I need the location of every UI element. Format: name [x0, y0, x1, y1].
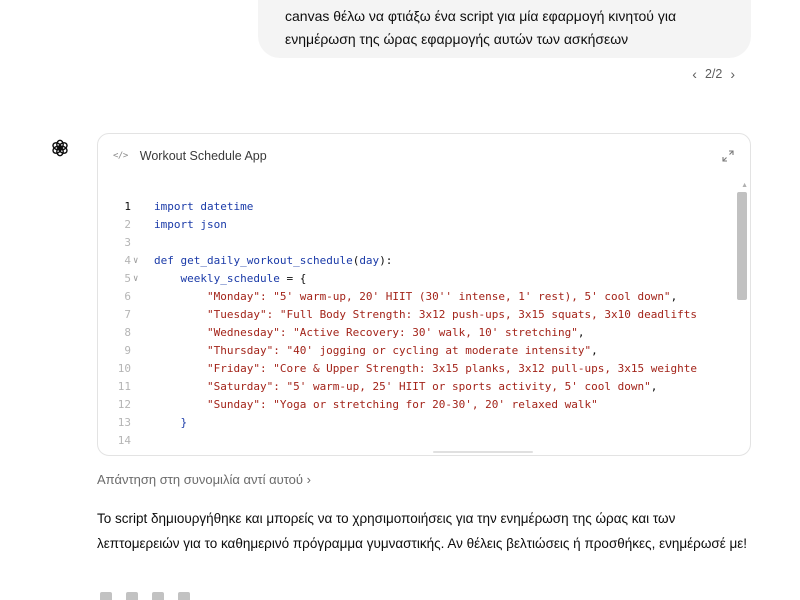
code-token: ,: [591, 344, 598, 357]
line-number: 11: [117, 380, 131, 393]
code-token: "Friday": "Core & Upper Strength: 3x15 p…: [154, 362, 698, 375]
fold-gutter: [131, 288, 154, 306]
code-text: def get_daily_workout_schedule(day):: [154, 252, 392, 270]
line-number: 12: [117, 398, 131, 411]
line-number: 7: [124, 308, 131, 321]
next-response-button[interactable]: ›: [730, 66, 735, 82]
code-icon: </>: [113, 151, 128, 161]
code-token: "Monday": "5' warm-up, 20' HIIT (30'' in…: [154, 290, 671, 303]
code-line[interactable]: 5 ∨ weekly_schedule = {: [98, 270, 736, 288]
fold-gutter: [131, 396, 154, 414]
code-token: "Sunday": "Yoga or stretching for 20-30'…: [154, 398, 598, 411]
fold-gutter: [131, 432, 154, 450]
code-token: ,: [670, 290, 678, 303]
code-line[interactable]: 9 "Thursday": "40' jogging or cycling at…: [98, 342, 736, 360]
pager-label: 2/2: [704, 67, 723, 81]
line-number: 14: [117, 434, 131, 447]
code-token: = {: [279, 272, 307, 285]
code-text: }: [154, 414, 187, 432]
thumbs-down-icon[interactable]: [152, 592, 164, 600]
fold-gutter: [131, 414, 154, 432]
code-token: get_daily_workout_schedule: [180, 254, 353, 267]
line-number: 6: [124, 290, 131, 303]
chatgpt-logo-icon: [50, 138, 70, 158]
code-text: "Saturday": "5' warm-up, 25' HIIT or spo…: [154, 378, 657, 396]
code-editor[interactable]: 1 import datetime 2 import json 3 4 ∨ def get_d…: [98, 198, 736, 455]
code-text: "Thursday": "40' jogging or cycling at m…: [154, 342, 598, 360]
code-token: day: [359, 254, 380, 267]
code-line[interactable]: 12 "Sunday": "Yoga or stretching for 20-…: [98, 396, 736, 414]
fold-gutter: [131, 216, 154, 234]
code-token: ):: [379, 254, 393, 267]
code-token: weekly_schedule: [154, 272, 280, 285]
fold-chevron-icon[interactable]: ∨: [131, 252, 154, 270]
code-line[interactable]: 2 import json: [98, 216, 736, 234]
code-text: import datetime: [154, 198, 253, 216]
canvas-code-panel[interactable]: </> Workout Schedule App 1 import datetim…: [97, 133, 751, 456]
code-line[interactable]: 10 "Friday": "Core & Upper Strength: 3x1…: [98, 360, 736, 378]
code-token: datetime: [200, 200, 254, 213]
code-token: "Tuesday": "Full Body Strength: 3x12 pus…: [154, 308, 698, 321]
code-token: def: [154, 254, 181, 267]
line-number: 9: [124, 344, 131, 357]
fold-gutter: [131, 324, 154, 342]
code-token: json: [200, 218, 227, 231]
user-message-bubble: canvas θέλω να φτιάξω ένα script για μία…: [258, 0, 751, 58]
previous-response-button[interactable]: ‹: [692, 66, 697, 82]
code-line[interactable]: 6 "Monday": "5' warm-up, 20' HIIT (30'' …: [98, 288, 736, 306]
assistant-message-text: Το script δημιουργήθηκε και μπορείς να τ…: [97, 511, 748, 551]
code-line[interactable]: 4 ∨ def get_daily_workout_schedule(day):: [98, 252, 736, 270]
fold-gutter: [131, 360, 154, 378]
code-text: "Monday": "5' warm-up, 20' HIIT (30'' in…: [154, 288, 677, 306]
code-text: "Tuesday": "Full Body Strength: 3x12 pus…: [154, 306, 697, 324]
message-actions: [100, 592, 190, 600]
line-number: 2: [124, 218, 131, 231]
code-token: "Wednesday": "Active Recovery: 30' walk,…: [154, 326, 578, 339]
regenerate-icon[interactable]: [178, 592, 190, 600]
vertical-scrollbar-thumb[interactable]: [737, 192, 747, 300]
fold-chevron-icon[interactable]: ∨: [131, 270, 154, 288]
fold-gutter: [131, 306, 154, 324]
code-token: ,: [650, 380, 658, 393]
horizontal-scrollbar-thumb[interactable]: [433, 451, 533, 453]
fold-gutter: [131, 342, 154, 360]
code-line[interactable]: 8 "Wednesday": "Active Recovery: 30' wal…: [98, 324, 736, 342]
code-token: import: [154, 200, 201, 213]
line-number: 5: [124, 272, 131, 285]
fold-gutter: [131, 378, 154, 396]
canvas-header: </> Workout Schedule App: [98, 134, 750, 178]
code-text: "Friday": "Core & Upper Strength: 3x15 p…: [154, 360, 697, 378]
reply-in-chat-link[interactable]: Απάντηση στη συνομιλία αντί αυτού ›: [97, 472, 311, 487]
code-line[interactable]: 13 }: [98, 414, 736, 432]
code-line[interactable]: 1 import datetime: [98, 198, 736, 216]
line-number: 13: [117, 416, 131, 429]
line-number: 4: [124, 254, 131, 267]
line-number: 1: [124, 200, 131, 213]
code-line[interactable]: 7 "Tuesday": "Full Body Strength: 3x12 p…: [98, 306, 736, 324]
code-token: ,: [577, 326, 585, 339]
code-text: import json: [154, 216, 227, 234]
expand-icon[interactable]: [721, 149, 735, 163]
thumbs-up-icon[interactable]: [126, 592, 138, 600]
code-line[interactable]: 14: [98, 432, 736, 450]
code-text: "Sunday": "Yoga or stretching for 20-30'…: [154, 396, 598, 414]
response-pager: ‹ 2/2 ›: [692, 66, 735, 82]
user-message-text: canvas θέλω να φτιάξω ένα script για μία…: [285, 8, 677, 47]
canvas-title[interactable]: Workout Schedule App: [140, 149, 267, 163]
fold-gutter: [131, 198, 154, 216]
line-number: 3: [124, 236, 131, 249]
code-token: "Saturday": "5' warm-up, 25' HIIT or spo…: [154, 380, 651, 393]
code-line[interactable]: 11 "Saturday": "5' warm-up, 25' HIIT or …: [98, 378, 736, 396]
code-line[interactable]: 3: [98, 234, 736, 252]
code-text: "Wednesday": "Active Recovery: 30' walk,…: [154, 324, 585, 342]
scroll-up-arrow-icon[interactable]: ▲: [741, 182, 748, 189]
line-number: 8: [124, 326, 131, 339]
code-token: }: [154, 416, 188, 429]
line-number: 10: [117, 362, 131, 375]
code-text: weekly_schedule = {: [154, 270, 306, 288]
fold-gutter: [131, 234, 154, 252]
copy-icon[interactable]: [100, 592, 112, 600]
code-token: "Thursday": "40' jogging or cycling at m…: [154, 344, 592, 357]
code-token: import: [154, 218, 201, 231]
